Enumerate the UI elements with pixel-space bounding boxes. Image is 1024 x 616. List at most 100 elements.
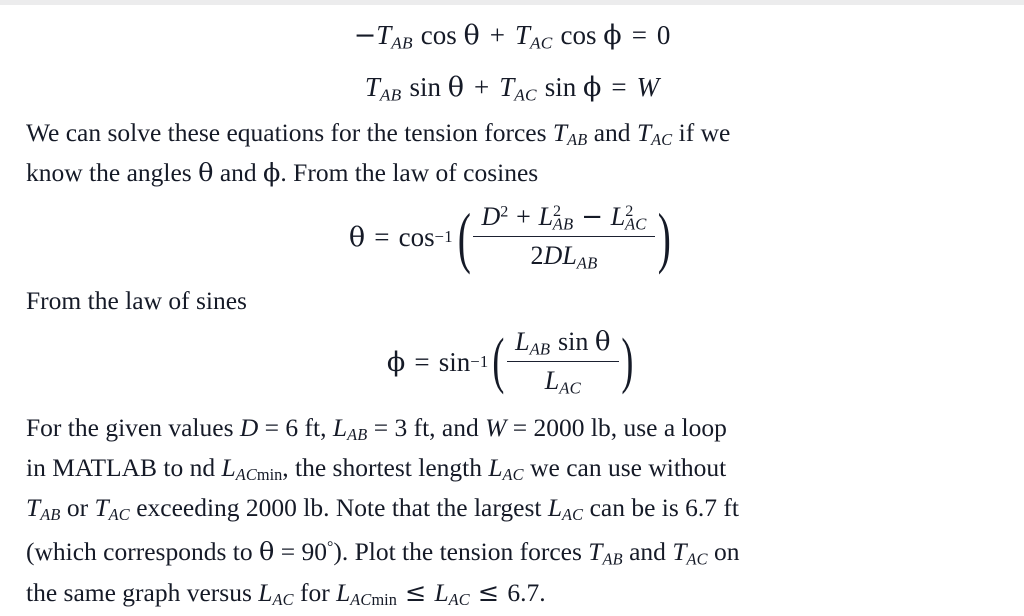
p1-T-ab-subscript: AB [567, 129, 588, 149]
p3-l5-L-acmin: L [336, 577, 351, 607]
eq4-den-L-ac-subscript: AC [559, 378, 581, 398]
eq3-theta: θ [348, 221, 366, 253]
eq1-equals: = [631, 20, 647, 50]
paragraph3-line-2: in MATLAB to nd LACmin, the shortest len… [26, 451, 998, 491]
paragraph3-line-1: For the given values D = 6 ft, LAB = 3 f… [26, 411, 998, 451]
p3-l3-b: exceeding 2000 lb. Note that the largest [129, 492, 548, 522]
p3-l2-a: in MATLAB to nd [26, 452, 222, 482]
p3-l5-less-equal-1: ≤ [396, 577, 435, 608]
eq1-cos-2: cos [560, 20, 597, 50]
eq2-T-ac: T [499, 71, 515, 102]
eq2-phi: ϕ [583, 71, 602, 103]
eq3-den-two: 2 [530, 241, 544, 271]
p3-l5-L-ac-1: L [258, 577, 273, 607]
p1-T-ac: T [636, 117, 652, 147]
eq4-fraction: LAB sin θ L AC [507, 327, 619, 398]
eq3-inverse-exponent: −1 [434, 227, 453, 247]
eq4-num-L-ab-subscript: AB [529, 338, 551, 358]
p3-l3-T-ac-subscript: AC [108, 505, 130, 525]
p1-text-a: We can solve these equations for the ten… [26, 117, 553, 147]
equation-vertical-force-balance: TAB sin θ + TAC sin ϕ = W [0, 71, 1024, 105]
p1-l2-text-c: . From the law of cosines [280, 157, 539, 187]
p1-text-c: if we [672, 117, 731, 147]
eq4-num-theta: θ [594, 326, 611, 357]
eq3-cos-function: cos [398, 221, 435, 252]
p3-l2-c: we can use without [523, 452, 727, 482]
equation-horizontal-force-balance: −TAB cos θ + TAC cos ϕ = 0 [0, 22, 1024, 52]
p3-l3-L-ac: L [547, 492, 563, 522]
p3-l3-T-ac: T [94, 492, 109, 522]
eq3-num-minus: − [581, 201, 603, 232]
p1-l2-text-b: and [213, 157, 264, 187]
paragraph3-line-3: TAB or TAC exceeding 2000 lb. Note that … [26, 491, 998, 531]
eq3-num-L-ac-subscript: AC [624, 214, 647, 234]
p3-l3-a: or [60, 492, 95, 522]
p3-l4-d: and [622, 537, 673, 567]
eq3-numerator: D2 + L2AB − L2AC [473, 202, 654, 236]
eq4-sin-function: sin [438, 346, 471, 377]
eq1-plus: + [489, 20, 506, 50]
p1-theta: θ [198, 157, 214, 188]
p3-l4-T-ab: T [588, 537, 603, 567]
eq3-den-D: D [543, 241, 563, 271]
p3-l4-c: ). Plot the tension forces [333, 537, 589, 567]
eq3-denominator: 2DLAB [473, 236, 655, 273]
eq3-open-paren: ( [457, 199, 471, 275]
p1-text-b: and [587, 117, 637, 147]
p3-l4-b: = 90 [274, 537, 327, 567]
eq4-phi: ϕ [386, 346, 406, 378]
eq3-num-D: D [481, 201, 501, 231]
p3-l5-L-acmin-subscript-rm: min [371, 589, 397, 609]
eq2-theta: θ [447, 71, 464, 103]
p3-l1-L: L [332, 412, 348, 442]
eq3-close-paren: ) [657, 199, 671, 275]
eq2-equals: = [611, 71, 627, 102]
p3-l4-T-ab-subscript: AB [602, 549, 623, 569]
p3-l2-L-ac-subscript: AC [502, 464, 524, 484]
paragraph1-line-1: We can solve these equations for the ten… [26, 116, 998, 156]
p3-l1-L-subscript: AB [347, 424, 368, 444]
eq3-num-L-ab: L [538, 201, 554, 231]
eq2-rhs: W [636, 71, 660, 102]
p3-l1-a: For the given values [26, 412, 240, 442]
p1-phi: ϕ [263, 157, 281, 188]
eq3-num-plus: + [516, 201, 531, 231]
p3-l5-less-equal-2: ≤ [469, 577, 508, 608]
eq4-numerator: LAB sin θ [507, 327, 618, 361]
p3-l3-L-ac-subscript: AC [562, 505, 584, 525]
eq2-T-ac-subscript: AC [514, 85, 537, 105]
p1-T-ac-subscript: AC [651, 129, 673, 149]
eq4-inverse-exponent: −1 [470, 352, 489, 372]
p3-l4-T-ac: T [672, 537, 687, 567]
p1-T-ab: T [552, 117, 568, 147]
paragraph1-line-2: know the angles θ and ϕ. From the law of… [26, 156, 998, 190]
paragraph3-line-4: (which corresponds to θ = 90°). Plot the… [26, 531, 998, 575]
p3-l2-L-acmin-subscript-rm: min [256, 464, 283, 484]
p3-l3-T-ab: T [26, 492, 41, 522]
equation-law-of-sines: ϕ = sin −1 ( LAB sin θ LAC ) [0, 327, 1024, 398]
p3-l5-a: the same graph versus [26, 577, 259, 607]
p3-l2-L-ac: L [488, 452, 503, 482]
p3-l5-L-ac-2: L [434, 577, 449, 607]
eq4-num-L-ab: L [515, 326, 530, 356]
p3-l4-T-ac-subscript: AC [686, 549, 708, 569]
p3-l5-L-acmin-subscript-it: AC [350, 589, 372, 609]
eq4-open-paren: ( [492, 327, 505, 396]
eq1-T-ac: T [515, 20, 531, 50]
eq4-left-side: ϕ = sin −1 [387, 347, 489, 378]
paragraph-solve-for-tension: We can solve these equations for the ten… [26, 116, 998, 190]
p3-l4-a: (which corresponds to [26, 537, 259, 567]
p3-l1-D: D [239, 412, 259, 442]
eq2-T-ab-subscript: AB [379, 85, 402, 105]
p3-l1-W: W [485, 412, 507, 442]
eq3-num-L-ab-subscript: AB [552, 214, 574, 234]
eq4-equals: = [414, 346, 430, 377]
p3-l4-theta: θ [259, 537, 275, 568]
eq2-T-ab: T [364, 71, 380, 102]
p3-l1-d: = 2000 lb, use a loop [506, 412, 727, 442]
eq1-rhs: 0 [656, 20, 671, 50]
p3-l2-L-acmin: L [221, 452, 236, 482]
textbook-page: −TAB cos θ + TAC cos ϕ = 0 TAB sin θ + TAC s… [0, 5, 1024, 609]
paragraph-problem-statement: For the given values D = 6 ft, LAB = 3 f… [26, 411, 998, 616]
eq1-T-ab-subscript: AB [391, 33, 413, 53]
